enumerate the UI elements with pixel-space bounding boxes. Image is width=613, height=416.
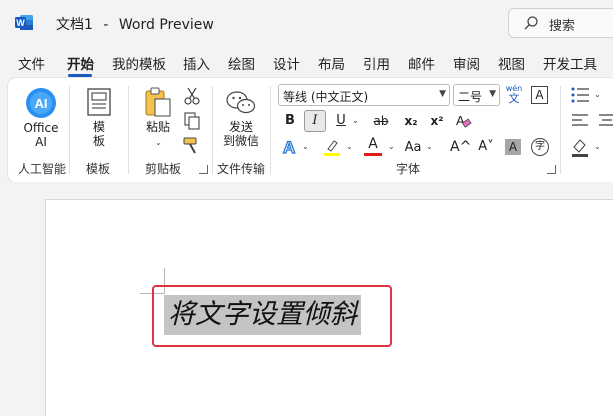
chevron-down-icon[interactable]: ⌄	[388, 142, 395, 151]
font-color-letter: A	[368, 136, 378, 152]
template-button[interactable]: 模 板	[80, 86, 118, 154]
group-label-clipboard: 剪贴板	[145, 162, 182, 176]
send-label-line1: 发送	[228, 120, 253, 134]
chevron-down-icon[interactable]: ⌄	[594, 90, 601, 99]
template-label-line2: 板	[92, 134, 105, 148]
group-separator	[270, 86, 271, 174]
group-label-font: 字体	[396, 162, 421, 176]
align-left-icon[interactable]	[571, 113, 589, 129]
send-to-wechat-button[interactable]: 发送 到微信	[218, 86, 264, 154]
search-placeholder: 搜索	[549, 19, 576, 34]
group-label-file-transfer: 文件传输	[217, 162, 266, 176]
svg-text:A: A	[456, 113, 465, 128]
shading-icon[interactable]	[571, 137, 589, 157]
office-ai-button[interactable]: AI Office AI	[18, 84, 64, 154]
group-separator	[212, 86, 213, 174]
font-color-swatch	[364, 153, 382, 156]
tab-developer[interactable]: 开发工具	[543, 53, 597, 73]
subscript-button[interactable]: x₂	[401, 112, 421, 130]
chevron-down-icon[interactable]: ⌄	[346, 142, 353, 151]
app-name: Word Preview	[118, 17, 214, 33]
tab-design[interactable]: 设计	[273, 53, 300, 73]
svg-text:A: A	[283, 138, 295, 157]
svg-text:AI: AI	[35, 96, 48, 111]
font-size-select[interactable]: 二号 ▼	[453, 84, 500, 106]
office-ai-icon: AI	[26, 88, 56, 118]
svg-text:W: W	[16, 18, 25, 28]
search-input[interactable]: 搜索	[508, 8, 613, 38]
phonetic-char: 文	[508, 92, 520, 105]
italic-button[interactable]: I	[304, 110, 326, 132]
group-separator	[560, 86, 561, 174]
superscript-button[interactable]: x²	[428, 112, 446, 130]
tab-layout[interactable]: 布局	[318, 53, 345, 73]
annotation-highlight-box	[152, 285, 392, 347]
group-label-ai: 人工智能	[18, 162, 67, 176]
group-separator	[128, 86, 129, 174]
cut-icon[interactable]	[184, 87, 200, 105]
search-icon	[524, 16, 538, 30]
clipboard-launcher-icon[interactable]	[199, 165, 208, 174]
format-painter-icon[interactable]	[183, 137, 201, 155]
enclose-characters-button[interactable]: 字	[531, 138, 549, 156]
tab-references[interactable]: 引用	[363, 53, 390, 73]
group-separator	[69, 86, 70, 174]
character-border-button[interactable]: A	[531, 86, 548, 104]
font-name-value: 等线 (中文正文)	[283, 90, 369, 104]
tab-file[interactable]: 文件	[18, 53, 45, 73]
highlight-color-icon[interactable]	[322, 137, 342, 157]
chevron-down-icon[interactable]: ⌄	[594, 142, 601, 151]
ribbon-tabs: 文件 开始 我的模板 插入 绘图 设计 布局 引用 邮件 审阅 视图 开发工具	[0, 50, 613, 77]
font-launcher-icon[interactable]	[547, 165, 556, 174]
bullets-icon[interactable]	[570, 86, 590, 104]
active-tab-indicator	[68, 74, 92, 77]
document-name: 文档1	[56, 17, 93, 33]
window-title: 文档1 - Word Preview	[56, 14, 214, 34]
character-shading-button[interactable]: A	[505, 139, 521, 155]
tab-my-templates[interactable]: 我的模板	[112, 53, 166, 73]
title-separator: -	[103, 17, 109, 33]
office-ai-label-line1: Office	[23, 121, 59, 135]
chevron-down-icon: ⌄	[155, 138, 162, 147]
chevron-down-icon: ▼	[439, 89, 446, 99]
grow-font-button[interactable]: A^	[450, 138, 471, 156]
group-label-template: 模板	[86, 162, 111, 176]
phonetic-guide-button[interactable]: wén 文	[505, 84, 523, 106]
bold-button[interactable]: B	[282, 112, 298, 130]
paste-button[interactable]: 粘贴 ⌄	[138, 86, 178, 154]
align-center-icon[interactable]	[598, 113, 613, 129]
clear-formatting-icon[interactable]: A	[454, 112, 472, 130]
send-label-line2: 到微信	[222, 134, 259, 148]
chevron-down-icon: ▼	[489, 89, 496, 99]
shrink-font-button[interactable]: A˅	[477, 138, 495, 156]
chevron-down-icon[interactable]: ⌄	[426, 142, 433, 151]
tab-home[interactable]: 开始	[67, 53, 94, 73]
paste-icon	[145, 87, 171, 117]
template-label-line1: 模	[92, 120, 105, 134]
title-bar: W 文档1 - Word Preview 搜索	[0, 0, 613, 46]
chevron-down-icon[interactable]: ⌄	[352, 116, 359, 125]
word-app-icon: W	[15, 15, 33, 30]
tab-mailings[interactable]: 邮件	[408, 53, 435, 73]
tab-review[interactable]: 审阅	[453, 53, 480, 73]
paste-label: 粘贴	[145, 120, 170, 134]
office-ai-label-line2: AI	[35, 135, 47, 149]
tab-insert[interactable]: 插入	[183, 53, 210, 73]
copy-icon[interactable]	[184, 112, 200, 130]
wechat-icon	[226, 91, 256, 114]
template-icon	[87, 88, 111, 116]
chevron-down-icon[interactable]: ⌄	[302, 142, 309, 151]
font-name-select[interactable]: 等线 (中文正文) ▼	[278, 84, 450, 106]
tab-draw[interactable]: 绘图	[228, 53, 255, 73]
text-effects-icon[interactable]: A	[280, 137, 300, 157]
font-size-value: 二号	[458, 90, 483, 104]
strikethrough-button[interactable]: ab	[371, 112, 391, 130]
tab-view[interactable]: 视图	[498, 53, 525, 73]
font-color-button[interactable]: A	[364, 136, 382, 158]
change-case-button[interactable]: Aa	[403, 139, 423, 157]
underline-button[interactable]: U	[334, 112, 348, 130]
